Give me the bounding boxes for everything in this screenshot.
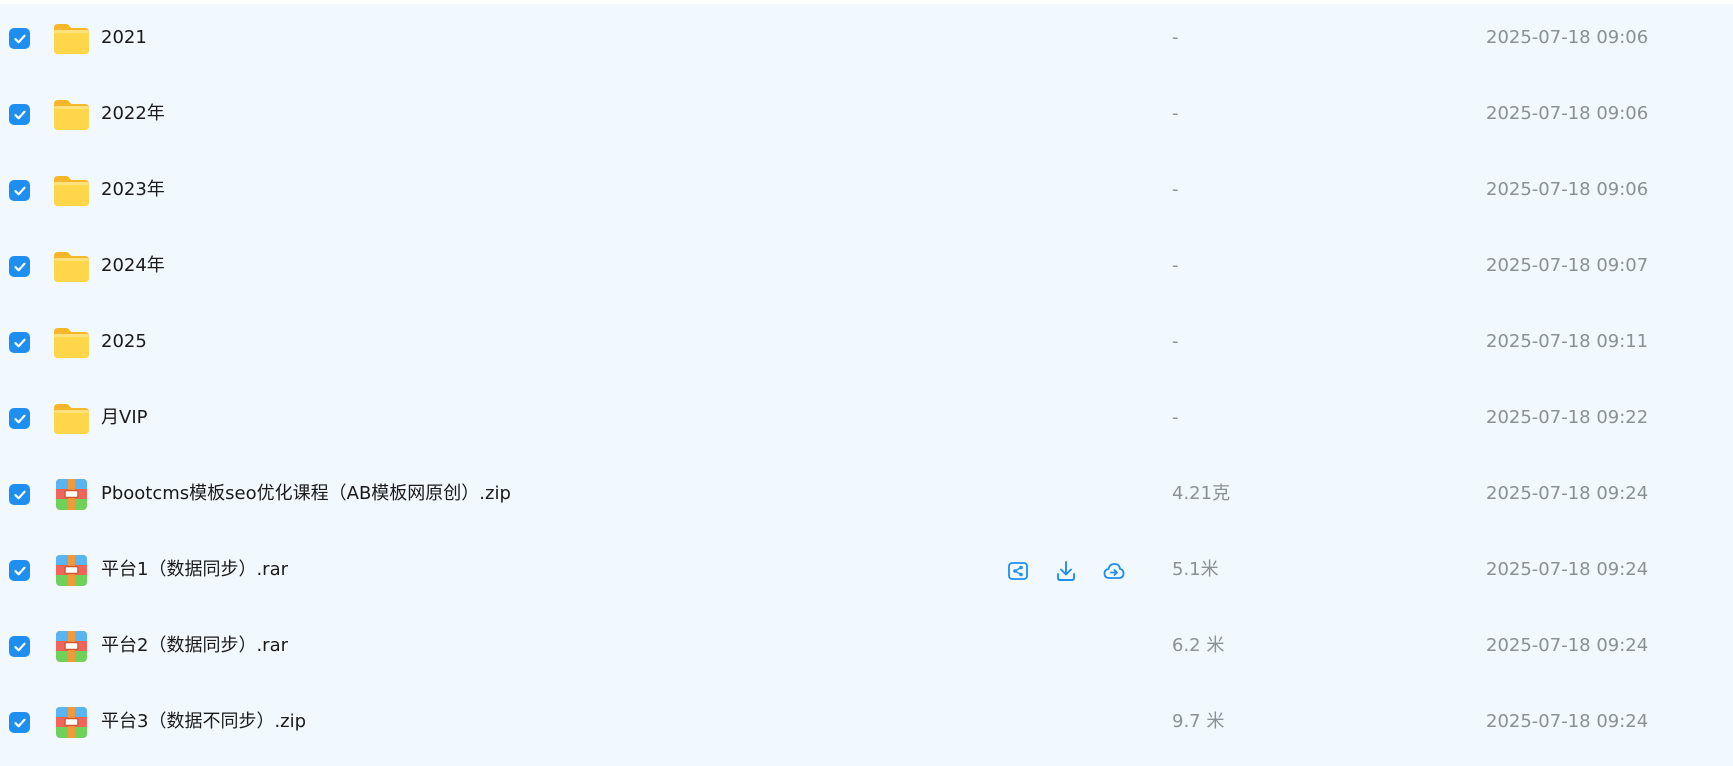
folder-icon — [53, 250, 90, 283]
row-checkbox[interactable] — [9, 180, 30, 201]
archive-icon — [53, 630, 90, 663]
check-icon — [13, 338, 26, 347]
file-name[interactable]: 平台1（数据同步）.rar — [101, 558, 288, 582]
file-row[interactable]: 2024年 - 2025-07-18 09:07 — [0, 232, 1733, 308]
file-size: - — [1172, 27, 1179, 48]
file-size: 6.2 米 — [1172, 635, 1225, 656]
folder-icon — [53, 402, 90, 435]
file-size: - — [1172, 255, 1179, 276]
archive-icon — [53, 706, 90, 739]
cloud-save-icon[interactable] — [1102, 559, 1126, 583]
check-icon — [13, 642, 26, 651]
download-icon[interactable] — [1054, 559, 1078, 583]
file-size: - — [1172, 103, 1179, 124]
file-name[interactable]: 平台3（数据不同步）.zip — [101, 710, 306, 734]
row-checkbox[interactable] — [9, 332, 30, 353]
file-modified-date: 2025-07-18 09:06 — [1486, 27, 1649, 48]
share-icon[interactable] — [1006, 559, 1030, 583]
file-name[interactable]: 2024年 — [101, 254, 165, 278]
file-row[interactable]: 2025 - 2025-07-18 09:11 — [0, 308, 1733, 384]
check-icon — [13, 718, 26, 727]
file-size: - — [1172, 179, 1179, 200]
file-name[interactable]: 2025 — [101, 330, 147, 354]
folder-icon — [53, 174, 90, 207]
check-icon — [13, 186, 26, 195]
file-row[interactable]: 平台3（数据不同步）.zip 9.7 米 2025-07-18 09:24 — [0, 688, 1733, 764]
row-checkbox[interactable] — [9, 28, 30, 49]
file-row[interactable]: 2022年 - 2025-07-18 09:06 — [0, 80, 1733, 156]
file-row[interactable]: 月VIP - 2025-07-18 09:22 — [0, 384, 1733, 460]
check-icon — [13, 566, 26, 575]
file-size: 4.21克 — [1172, 483, 1231, 504]
row-checkbox[interactable] — [9, 408, 30, 429]
check-icon — [13, 490, 26, 499]
row-checkbox[interactable] — [9, 484, 30, 505]
file-name[interactable]: 2022年 — [101, 102, 165, 126]
row-checkbox[interactable] — [9, 636, 30, 657]
folder-icon — [53, 326, 90, 359]
file-modified-date: 2025-07-18 09:24 — [1486, 711, 1649, 732]
file-modified-date: 2025-07-18 09:06 — [1486, 103, 1649, 124]
file-name[interactable]: Pbootcms模板seo优化课程（AB模板网原创）.zip — [101, 482, 511, 506]
file-modified-date: 2025-07-18 09:22 — [1486, 407, 1649, 428]
archive-icon — [53, 554, 90, 587]
file-modified-date: 2025-07-18 09:07 — [1486, 255, 1649, 276]
file-modified-date: 2025-07-18 09:06 — [1486, 179, 1649, 200]
file-list: 2021 - 2025-07-18 09:06 2022年 - 2025-07-… — [0, 4, 1733, 766]
file-size: - — [1172, 331, 1179, 352]
file-size: 5.1米 — [1172, 559, 1219, 580]
row-checkbox[interactable] — [9, 712, 30, 733]
folder-icon — [53, 22, 90, 55]
file-name[interactable]: 2023年 — [101, 178, 165, 202]
folder-icon — [53, 98, 90, 131]
file-row[interactable]: Pbootcms模板seo优化课程（AB模板网原创）.zip 4.21克 202… — [0, 460, 1733, 536]
row-checkbox[interactable] — [9, 256, 30, 277]
file-row[interactable]: 2021 - 2025-07-18 09:06 — [0, 4, 1733, 80]
row-checkbox[interactable] — [9, 560, 30, 581]
check-icon — [13, 414, 26, 423]
file-modified-date: 2025-07-18 09:24 — [1486, 559, 1649, 580]
file-row[interactable]: 平台2（数据同步）.rar 6.2 米 2025-07-18 09:24 — [0, 612, 1733, 688]
file-modified-date: 2025-07-18 09:11 — [1486, 331, 1649, 352]
row-checkbox[interactable] — [9, 104, 30, 125]
file-modified-date: 2025-07-18 09:24 — [1486, 635, 1649, 656]
archive-icon — [53, 478, 90, 511]
file-size: - — [1172, 407, 1179, 428]
check-icon — [13, 262, 26, 271]
file-size: 9.7 米 — [1172, 711, 1225, 732]
file-name[interactable]: 2021 — [101, 26, 147, 50]
file-modified-date: 2025-07-18 09:24 — [1486, 483, 1649, 504]
file-row-hovered[interactable]: 平台1（数据同步）.rar 5.1米 2025-07-18 09:24 — [0, 536, 1733, 612]
file-row[interactable]: 2023年 - 2025-07-18 09:06 — [0, 156, 1733, 232]
check-icon — [13, 34, 26, 43]
file-name[interactable]: 平台2（数据同步）.rar — [101, 634, 288, 658]
file-name[interactable]: 月VIP — [101, 406, 147, 430]
row-actions — [1006, 559, 1150, 583]
check-icon — [13, 110, 26, 119]
